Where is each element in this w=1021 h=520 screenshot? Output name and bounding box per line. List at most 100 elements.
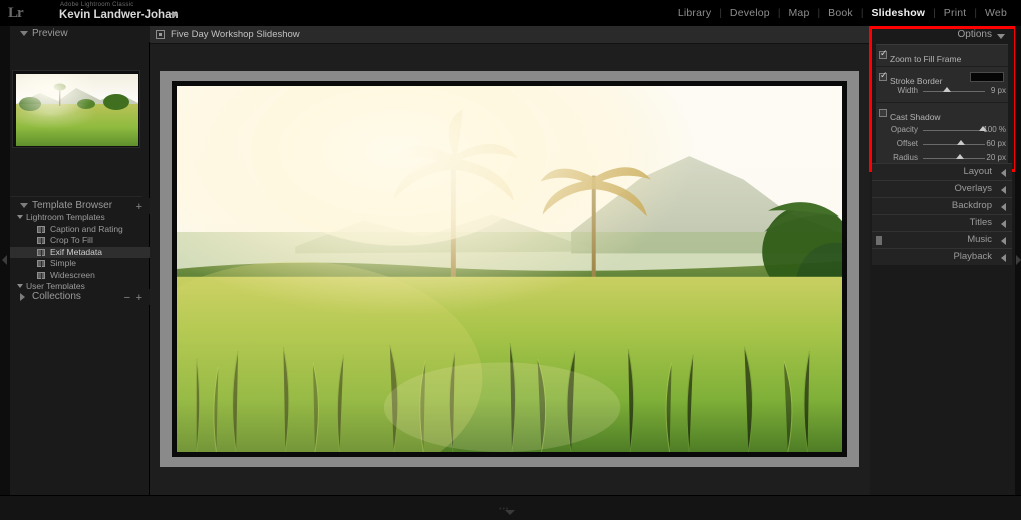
right-panel-collapse-icon[interactable]: [1016, 255, 1021, 265]
zoom-to-fill-label: Zoom to Fill Frame: [890, 54, 962, 64]
offset-slider-track[interactable]: [923, 144, 985, 145]
opacity-slider-row[interactable]: Opacity 100 %: [876, 124, 1008, 137]
template-browser-title: Template Browser: [32, 200, 113, 211]
panel-layout[interactable]: Layout: [872, 163, 1012, 180]
preview-panel-title: Preview: [32, 28, 68, 39]
template-item[interactable]: Caption and Rating: [0, 224, 150, 236]
cast-shadow-label: Cast Shadow: [890, 112, 941, 122]
panel-titles[interactable]: Titles: [872, 214, 1012, 231]
collections-header[interactable]: Collections − +: [10, 289, 150, 305]
product-name: Adobe Lightroom Classic: [60, 2, 134, 8]
checkbox-icon[interactable]: [879, 70, 888, 81]
offset-slider-row[interactable]: Offset 60 px: [876, 138, 1008, 151]
slide-photo: [177, 86, 842, 452]
lightroom-logo-icon: Lr: [8, 5, 24, 21]
template-icon: [37, 260, 45, 268]
opacity-slider-track[interactable]: [923, 130, 985, 131]
offset-label: Offset: [896, 139, 918, 148]
triangle-right-icon[interactable]: [1001, 254, 1006, 262]
module-tab-book[interactable]: Book: [820, 7, 861, 19]
breadcrumb-bar: Five Day Workshop Slideshow: [150, 26, 870, 44]
module-tab-web[interactable]: Web: [977, 7, 1015, 19]
triangle-down-icon[interactable]: [20, 203, 28, 208]
checkbox-icon[interactable]: [879, 48, 888, 59]
panel-label: Overlays: [954, 183, 992, 194]
module-tab-map[interactable]: Map: [780, 7, 817, 19]
lightroom-window: Lr Adobe Lightroom Classic Kevin Landwer…: [0, 0, 1021, 520]
zoom-to-fill-row[interactable]: Zoom to Fill Frame: [876, 48, 1008, 64]
template-item[interactable]: Crop To Fill: [0, 235, 150, 247]
template-item-label: Simple: [50, 258, 76, 268]
panel-backdrop[interactable]: Backdrop: [872, 197, 1012, 214]
triangle-right-icon[interactable]: [1001, 186, 1006, 194]
template-item[interactable]: Exif Metadata: [0, 246, 150, 258]
template-item[interactable]: Simple: [0, 258, 150, 270]
slide-backdrop: [160, 71, 859, 467]
width-slider-track[interactable]: [923, 91, 985, 92]
stroke-border-row[interactable]: Stroke Border: [876, 70, 1008, 86]
slide-frame[interactable]: [172, 81, 847, 457]
offset-slider-knob[interactable]: [957, 140, 966, 145]
slide-editor: [150, 44, 870, 495]
module-tab-print[interactable]: Print: [936, 7, 975, 19]
minus-icon[interactable]: −: [124, 290, 130, 306]
top-bar: Lr Adobe Lightroom Classic Kevin Landwer…: [0, 0, 1021, 26]
radius-slider-knob[interactable]: [956, 154, 965, 159]
template-item-label: Widescreen: [50, 269, 95, 280]
triangle-down-icon[interactable]: [505, 510, 515, 515]
left-panel: Preview Template Browser + Lightroom Tem…: [0, 26, 150, 495]
template-group-label: Lightroom Templates: [26, 212, 105, 222]
panel-music[interactable]: Music: [872, 231, 1012, 248]
template-group[interactable]: Lightroom Templates: [0, 212, 150, 224]
stroke-color-swatch[interactable]: [970, 72, 1004, 82]
radius-value[interactable]: 20 px: [986, 153, 1006, 162]
panel-overlays[interactable]: Overlays: [872, 180, 1012, 197]
left-panel-collapse-icon[interactable]: [2, 255, 7, 265]
triangle-down-icon[interactable]: [997, 34, 1005, 39]
panel-label: Layout: [963, 166, 992, 177]
plus-icon[interactable]: +: [136, 290, 142, 306]
module-tab-develop[interactable]: Develop: [722, 7, 778, 19]
opacity-label: Opacity: [890, 125, 918, 134]
module-tab-library[interactable]: Library: [670, 7, 720, 19]
template-item-label: Caption and Rating: [50, 223, 123, 234]
width-value[interactable]: 9 px: [991, 86, 1006, 95]
cast-shadow-row[interactable]: Cast Shadow: [876, 107, 1008, 122]
preview-panel-header[interactable]: Preview: [10, 26, 150, 42]
triangle-down-icon[interactable]: [17, 215, 23, 219]
panel-label: Playback: [953, 251, 992, 262]
triangle-right-icon[interactable]: [1001, 220, 1006, 228]
panel-label: Music: [967, 234, 992, 245]
triangle-down-icon[interactable]: [20, 31, 28, 36]
panel-label: Backdrop: [951, 200, 992, 211]
module-tab-slideshow[interactable]: Slideshow: [863, 7, 933, 19]
radius-label: Radius: [893, 153, 918, 162]
identity-plate[interactable]: Kevin Landwer-Johan: [59, 9, 179, 21]
offset-value[interactable]: 60 px: [986, 139, 1006, 148]
chevron-down-icon[interactable]: [170, 13, 178, 18]
checkbox-icon[interactable]: [879, 109, 887, 117]
module-picker: Library | Develop | Map | Book | Slideshow | Print…: [670, 7, 1015, 19]
width-label: Width: [897, 86, 918, 95]
width-slider-knob[interactable]: [942, 87, 951, 92]
triangle-right-icon[interactable]: [1001, 237, 1006, 245]
template-icon: [37, 237, 45, 245]
template-icon: [37, 271, 45, 280]
preview-thumbnail[interactable]: [12, 70, 140, 148]
music-indicator-icon: [876, 236, 882, 245]
panel-playback[interactable]: Playback: [872, 248, 1012, 265]
triangle-right-icon[interactable]: [20, 293, 25, 301]
template-icon: [37, 248, 45, 257]
options-panel-header[interactable]: Options: [872, 28, 1012, 43]
breadcrumb-title[interactable]: Five Day Workshop Slideshow: [171, 29, 300, 40]
template-list: Lightroom Templates Caption and Rating Cro…: [0, 212, 150, 293]
template-item[interactable]: Widescreen: [0, 270, 150, 282]
panel-label: Titles: [969, 217, 992, 228]
triangle-right-icon[interactable]: [1001, 203, 1006, 211]
slideshow-icon: [156, 30, 165, 39]
triangle-right-icon[interactable]: [1001, 169, 1006, 177]
width-slider-row[interactable]: Width 9 px: [876, 85, 1008, 98]
opacity-value[interactable]: 100 %: [983, 125, 1006, 134]
triangle-down-icon[interactable]: [17, 284, 23, 288]
radius-slider-track[interactable]: [923, 158, 985, 159]
